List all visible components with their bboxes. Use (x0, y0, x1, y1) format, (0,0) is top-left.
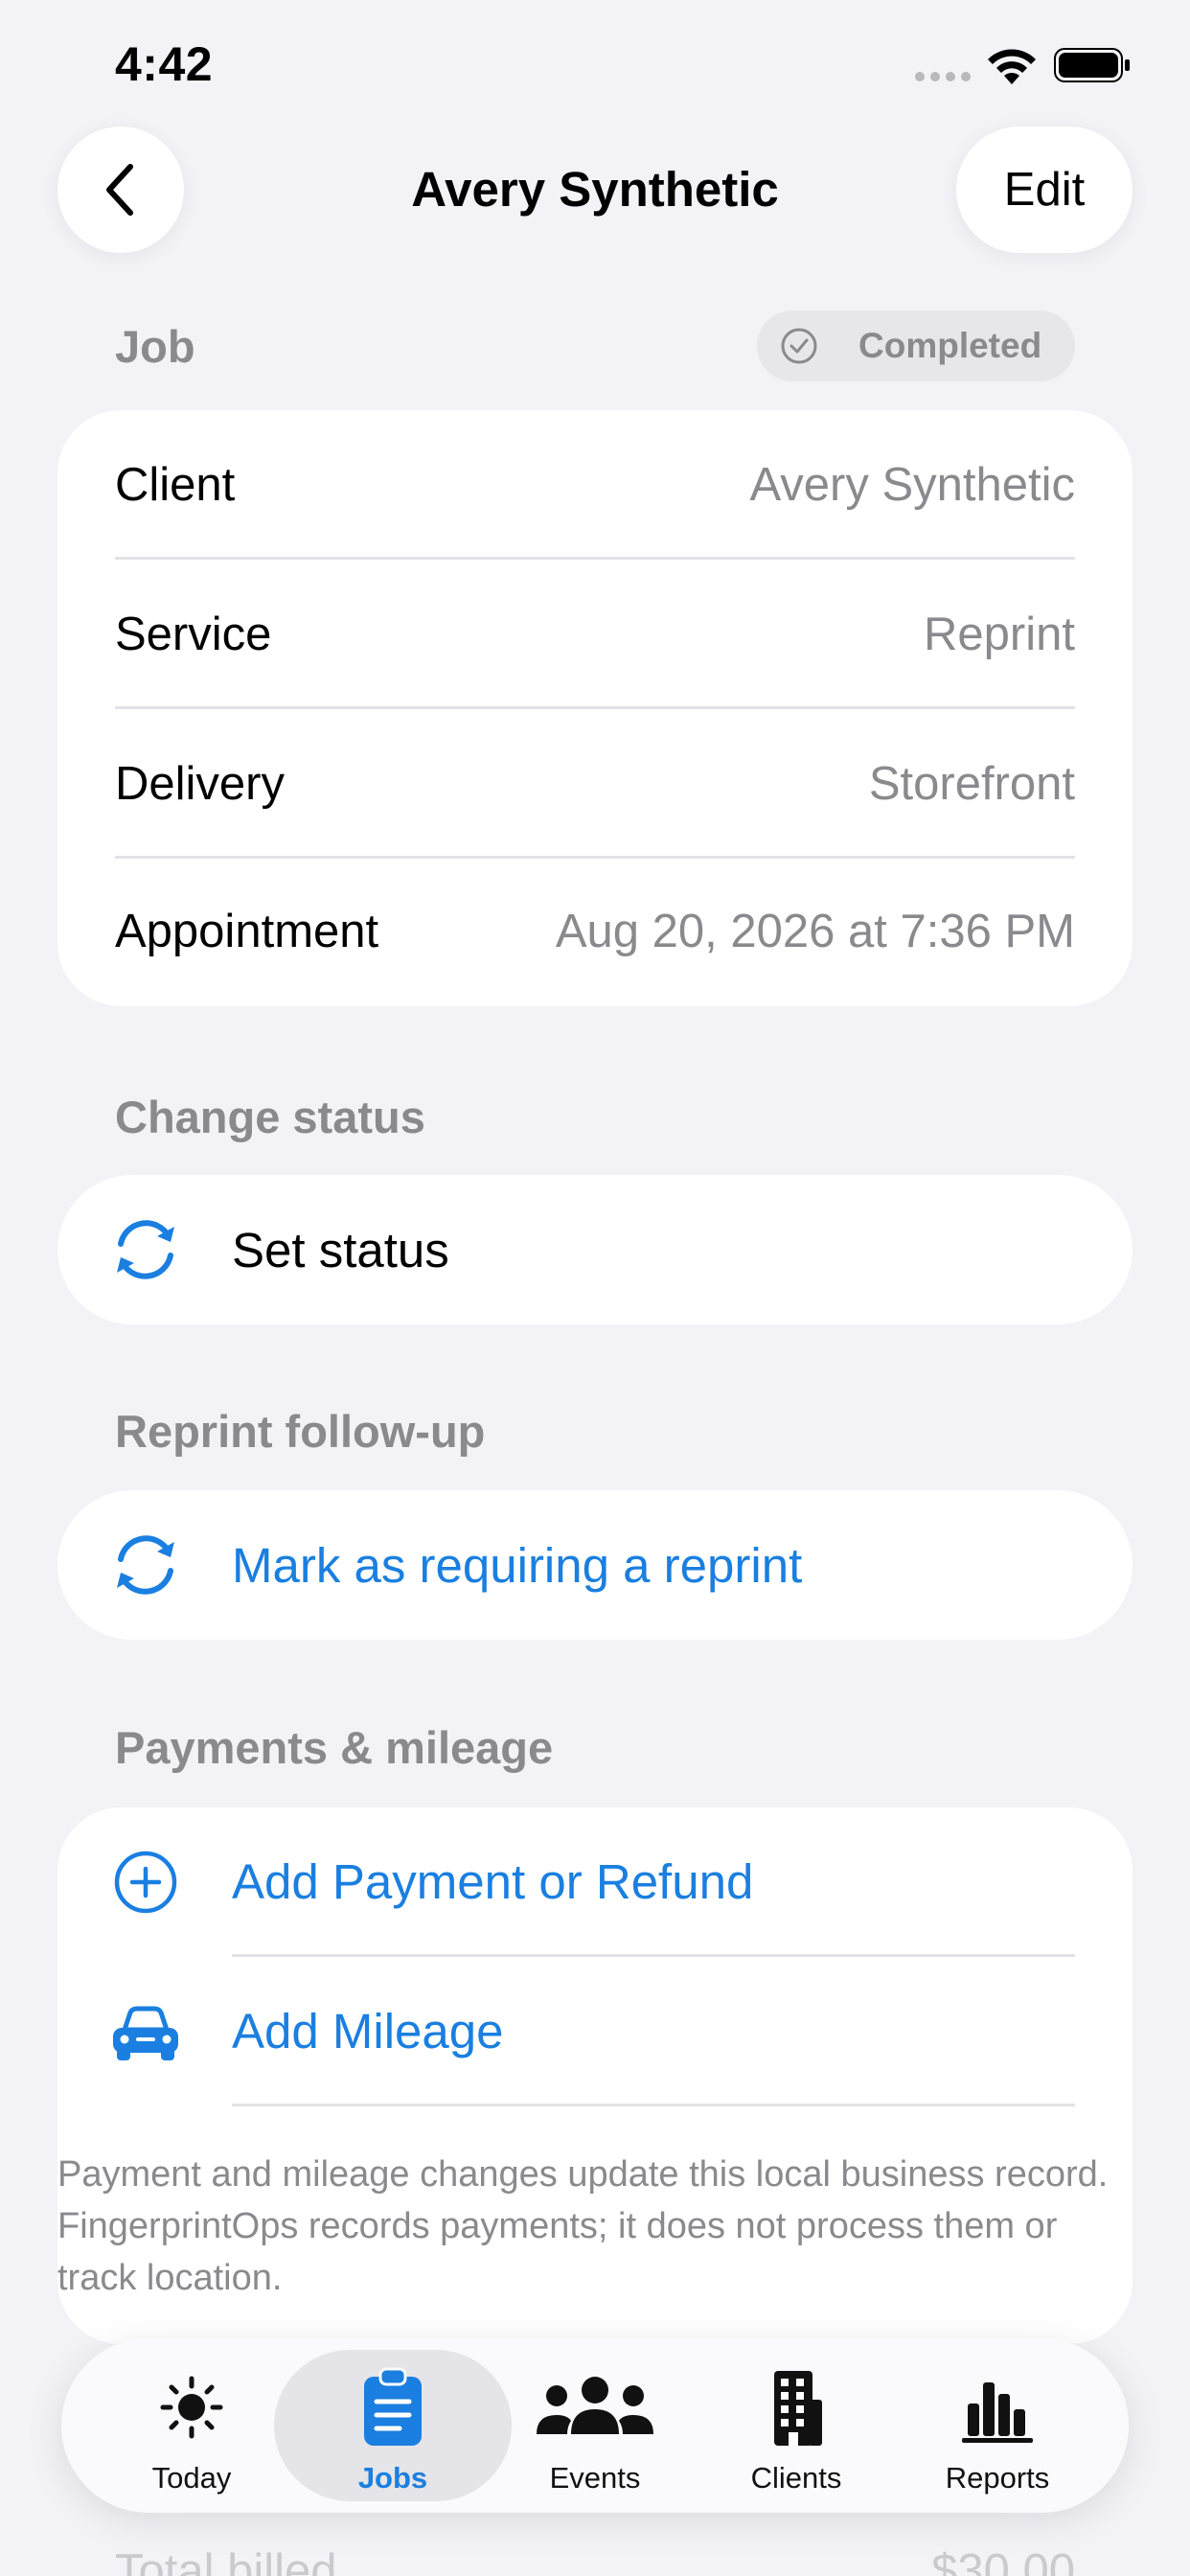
refresh-arrows-icon (117, 1535, 174, 1595)
set-status-label: Set status (232, 1222, 449, 1277)
plus-circle-icon (114, 1851, 177, 1914)
payments-section-header: Payments & mileage (115, 1722, 554, 1773)
tab-reports[interactable]: Reports (902, 2338, 1093, 2513)
job-details-card: Client Avery Synthetic Service Reprint D… (57, 410, 1133, 1006)
total-billed-row: Total billed $30.00 (115, 2544, 1075, 2576)
job-section-header: Job (115, 321, 195, 372)
mark-reprint-label: Mark as requiring a reprint (232, 1537, 803, 1593)
status-bar: 4:42 (0, 0, 1190, 125)
bar-chart-icon (962, 2382, 1033, 2443)
tab-today[interactable]: Today (96, 2338, 287, 2513)
change-status-header: Change status (115, 1092, 425, 1142)
add-mileage-label: Add Mileage (232, 2004, 504, 2058)
total-billed-label: Total billed (115, 2545, 337, 2576)
reprint-section-header: Reprint follow-up (115, 1406, 486, 1457)
battery-icon (1054, 48, 1130, 82)
tab-label: Today (151, 2461, 232, 2495)
job-row-client: Client Avery Synthetic (115, 410, 1075, 560)
row-value: Avery Synthetic (749, 459, 1075, 511)
row-key: Appointment (115, 906, 379, 957)
car-icon (113, 2006, 178, 2060)
people-icon (537, 2377, 653, 2434)
add-payment-label: Add Payment or Refund (232, 1854, 754, 1909)
set-status-button[interactable]: Set status (57, 1175, 1133, 1324)
job-row-appointment: Appointment Aug 20, 2026 at 7:36 PM (115, 857, 1075, 1006)
wifi-icon (988, 49, 1036, 84)
tab-jobs[interactable]: Jobs (297, 2338, 489, 2513)
tab-label: Events (549, 2461, 641, 2495)
tab-label: Jobs (357, 2461, 428, 2495)
sun-icon (160, 2376, 223, 2439)
tab-clients[interactable]: Clients (700, 2338, 892, 2513)
row-key: Service (115, 609, 272, 660)
tab-label: Clients (750, 2461, 842, 2495)
payments-footnote: Payment and mileage changes update this … (57, 2154, 1109, 2298)
add-mileage-button[interactable]: Add Mileage (57, 1957, 1133, 2106)
job-row-delivery: Delivery Storefront (115, 709, 1075, 859)
checkmark-circle-icon (781, 328, 817, 364)
row-value: Storefront (868, 758, 1075, 810)
divider (232, 2104, 1075, 2106)
tab-label: Reports (945, 2461, 1050, 2495)
add-payment-button[interactable]: Add Payment or Refund (57, 1807, 1133, 1957)
refresh-arrows-icon (117, 1220, 174, 1279)
mark-reprint-button[interactable]: Mark as requiring a reprint (57, 1490, 1133, 1640)
building-icon (774, 2371, 822, 2446)
cellular-signal-icon (915, 72, 971, 81)
tab-events[interactable]: Events (499, 2338, 691, 2513)
row-key: Client (115, 459, 236, 511)
status-badge-label: Completed (858, 326, 1042, 365)
job-row-service: Service Reprint (115, 560, 1075, 709)
tab-bar: Today Jobs Events Clients Reports (61, 2338, 1129, 2513)
total-billed-value: $30.00 (931, 2545, 1075, 2576)
row-value: Aug 20, 2026 at 7:36 PM (555, 906, 1075, 957)
clipboard-icon (364, 2367, 422, 2446)
row-key: Delivery (115, 758, 285, 810)
row-value: Reprint (924, 609, 1075, 660)
status-badge: Completed (757, 310, 1075, 381)
edit-button[interactable]: Edit (956, 126, 1133, 253)
status-time: 4:42 (115, 37, 214, 91)
